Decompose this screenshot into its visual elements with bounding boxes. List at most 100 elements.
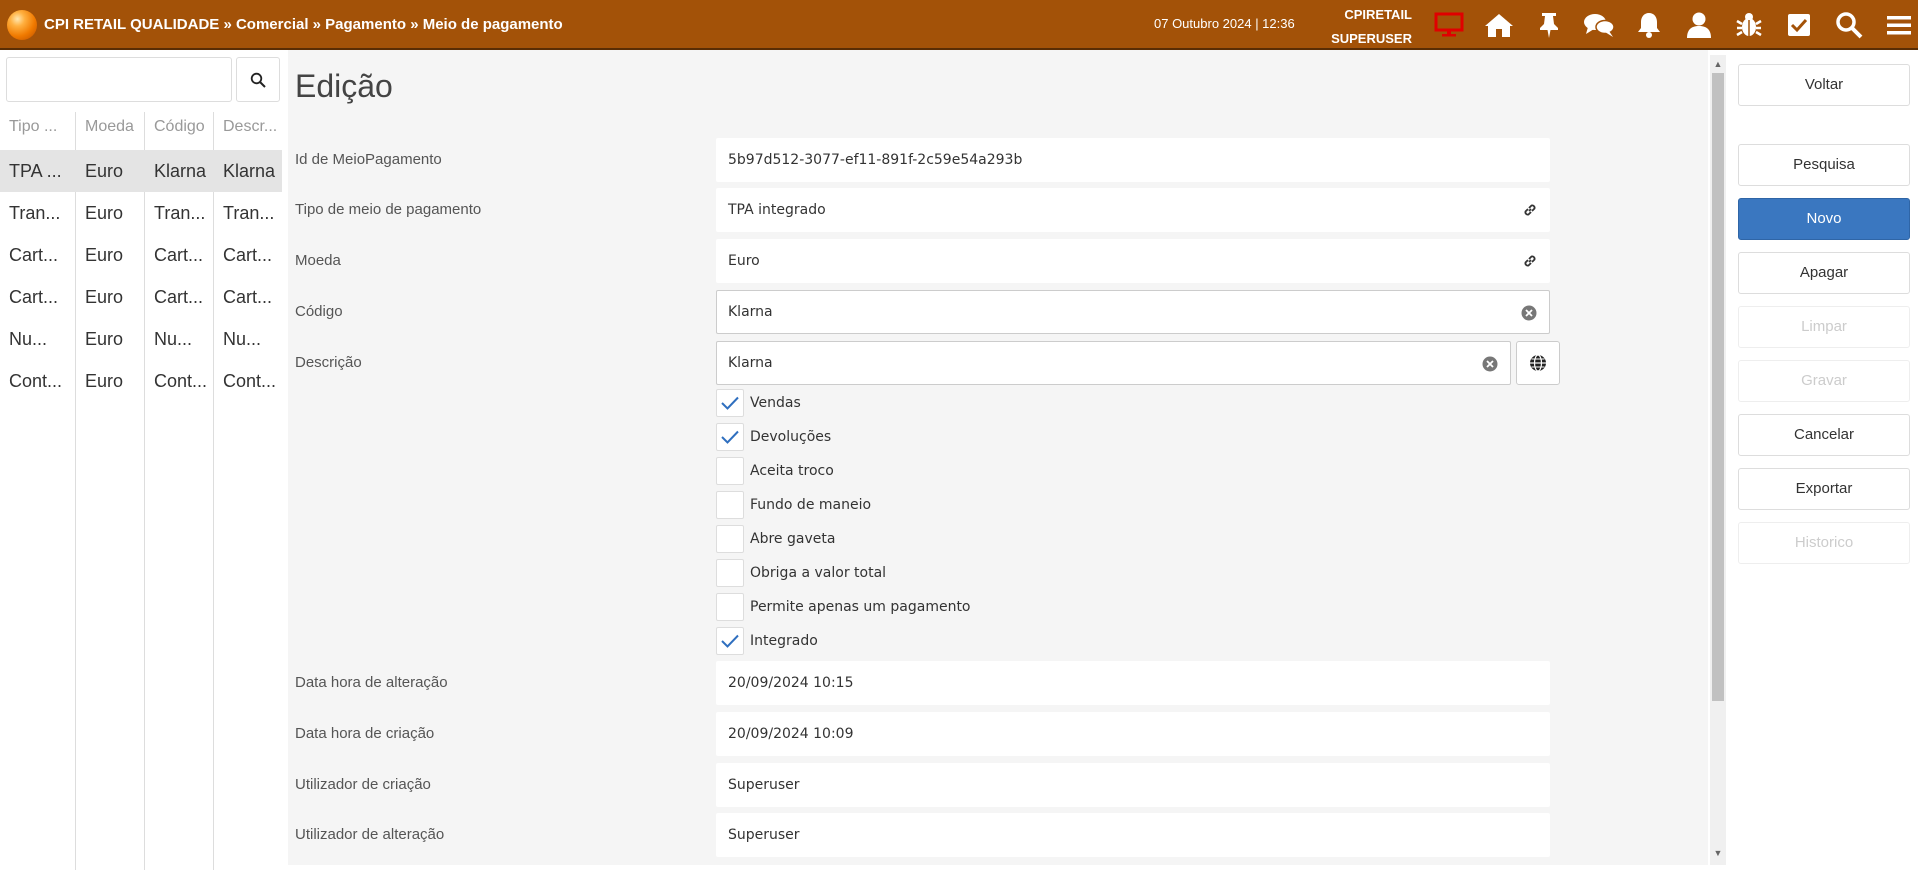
user-icon[interactable] — [1674, 0, 1724, 50]
checkbox-box[interactable] — [716, 491, 744, 519]
cell-moeda: Euro — [85, 203, 124, 223]
cell-codigo: Nu... — [154, 329, 193, 349]
table-row[interactable]: Cont... Euro Cont... Cont... — [0, 360, 282, 402]
cell-descricao: Cart... — [223, 287, 273, 307]
field-label-data-alteracao: Data hora de alteração — [295, 674, 448, 691]
monitor-icon[interactable] — [1424, 0, 1474, 50]
menu-icon[interactable] — [1874, 0, 1918, 50]
checkbox-aceita-troco[interactable]: Aceita troco — [716, 457, 834, 485]
cell-tipo: Nu... — [9, 329, 48, 349]
page-title: Edição — [295, 68, 393, 104]
scroll-thumb[interactable] — [1712, 73, 1724, 701]
field-label-codigo: Código — [295, 303, 343, 320]
link-icon[interactable] — [1520, 200, 1540, 220]
cancelar-button[interactable]: Cancelar — [1738, 414, 1910, 456]
cell-moeda: Euro — [85, 287, 124, 307]
search-icon — [250, 72, 266, 88]
cell-moeda: Euro — [85, 245, 124, 265]
user-info: CPIRETAIL SUPERUSER — [1300, 3, 1412, 51]
bug-icon[interactable] — [1724, 0, 1774, 50]
list-grid: Tipo ... Moeda Código Descr... TPA ... E… — [0, 112, 282, 870]
home-icon[interactable] — [1474, 0, 1524, 50]
field-label-tipo: Tipo de meio de pagamento — [295, 201, 482, 218]
limpar-button[interactable]: Limpar — [1738, 306, 1910, 348]
checkbox-label: Fundo de maneio — [750, 497, 872, 513]
tipo-field[interactable]: TPA integrado — [716, 188, 1550, 232]
checkbox-integrado[interactable]: Integrado — [716, 627, 818, 655]
moeda-value: Euro — [728, 253, 760, 269]
clear-icon[interactable] — [1480, 354, 1500, 374]
scroll-down-arrow[interactable]: ▼ — [1710, 846, 1726, 860]
table-row[interactable]: Cart... Euro Cart... Cart... — [0, 276, 282, 318]
checkbox-devolucoes[interactable]: Devoluções — [716, 423, 831, 451]
checkbox-box[interactable] — [716, 389, 744, 417]
checkbox-obriga-valor-total[interactable]: Obriga a valor total — [716, 559, 886, 587]
logo-icon[interactable] — [7, 10, 37, 40]
checkbox-label: Vendas — [750, 395, 801, 411]
field-label-data-criacao: Data hora de criação — [295, 725, 435, 742]
checkbox-label: Devoluções — [750, 429, 832, 445]
historico-button[interactable]: Historico — [1738, 522, 1910, 564]
checkbox-box[interactable] — [716, 627, 744, 655]
checkbox-label: Permite apenas um pagamento — [750, 599, 971, 615]
column-header-moeda[interactable]: Moeda — [76, 112, 145, 142]
table-row[interactable]: Nu... Euro Nu... Nu... — [0, 318, 282, 360]
bell-icon[interactable] — [1624, 0, 1674, 50]
user-name: SUPERUSER — [1331, 31, 1412, 46]
field-label-util-criacao: Utilizador de criação — [295, 776, 431, 793]
table-row[interactable]: TPA ... Euro Klarna Klarna — [0, 150, 282, 192]
checkbox-label: Abre gaveta — [750, 531, 836, 547]
translate-button[interactable] — [1516, 341, 1560, 385]
checkbox-permite-um-pagamento[interactable]: Permite apenas um pagamento — [716, 593, 971, 621]
checkbox-abre-gaveta[interactable]: Abre gaveta — [716, 525, 835, 553]
gravar-button[interactable]: Gravar — [1738, 360, 1910, 402]
checkbox-label: Integrado — [750, 633, 818, 649]
table-row[interactable]: Tran... Euro Tran... Tran... — [0, 192, 282, 234]
column-header-codigo[interactable]: Código — [145, 112, 214, 142]
checkbox-box[interactable] — [716, 525, 744, 553]
codigo-input[interactable]: Klarna — [716, 290, 1550, 334]
cell-descricao: Cart... — [223, 245, 273, 265]
checkbox-box[interactable] — [716, 457, 744, 485]
cell-tipo: Cart... — [9, 287, 59, 307]
list-search-input[interactable] — [6, 57, 232, 102]
checkbox-icon[interactable] — [1774, 0, 1824, 50]
voltar-button[interactable]: Voltar — [1738, 64, 1910, 106]
chat-icon[interactable] — [1574, 0, 1624, 50]
form-scrollbar[interactable]: ▲ ▼ — [1710, 55, 1726, 865]
cell-moeda: Euro — [85, 161, 124, 181]
current-datetime: 07 Outubro 2024 | 12:36 — [1154, 16, 1295, 31]
data-criacao-field: 20/09/2024 10:09 — [716, 712, 1550, 756]
checkbox-fundo-maneio[interactable]: Fundo de maneio — [716, 491, 871, 519]
cell-descricao: Cont... — [223, 371, 277, 391]
pesquisa-button[interactable]: Pesquisa — [1738, 144, 1910, 186]
list-search-button[interactable] — [236, 57, 280, 102]
column-header-tipo[interactable]: Tipo ... — [0, 112, 76, 142]
exportar-button[interactable]: Exportar — [1738, 468, 1910, 510]
checkbox-vendas[interactable]: Vendas — [716, 389, 801, 417]
checkbox-box[interactable] — [716, 423, 744, 451]
top-icon-bar — [1424, 0, 1918, 50]
data-alteracao-field: 20/09/2024 10:15 — [716, 661, 1550, 705]
column-header-descricao[interactable]: Descr... — [214, 112, 282, 142]
link-icon[interactable] — [1520, 251, 1540, 271]
cell-moeda: Euro — [85, 371, 124, 391]
moeda-field[interactable]: Euro — [716, 239, 1550, 283]
checkmark-icon — [721, 430, 739, 444]
pin-icon[interactable] — [1524, 0, 1574, 50]
edit-form: Edição Id de MeioPagamento 5b97d512-3077… — [288, 50, 1708, 865]
checkbox-box[interactable] — [716, 559, 744, 587]
descricao-input[interactable]: Klarna — [716, 341, 1511, 385]
tipo-value: TPA integrado — [728, 202, 826, 218]
field-label-util-alteracao: Utilizador de alteração — [295, 826, 445, 843]
table-row[interactable]: Cart... Euro Cart... Cart... — [0, 234, 282, 276]
checkmark-icon — [721, 634, 739, 648]
clear-icon[interactable] — [1519, 303, 1539, 323]
novo-button[interactable]: Novo — [1738, 198, 1910, 240]
cell-tipo: Cart... — [9, 245, 59, 265]
scroll-up-arrow[interactable]: ▲ — [1710, 57, 1726, 71]
util-criacao-field: Superuser — [716, 763, 1550, 807]
apagar-button[interactable]: Apagar — [1738, 252, 1910, 294]
checkbox-box[interactable] — [716, 593, 744, 621]
search-icon[interactable] — [1824, 0, 1874, 50]
